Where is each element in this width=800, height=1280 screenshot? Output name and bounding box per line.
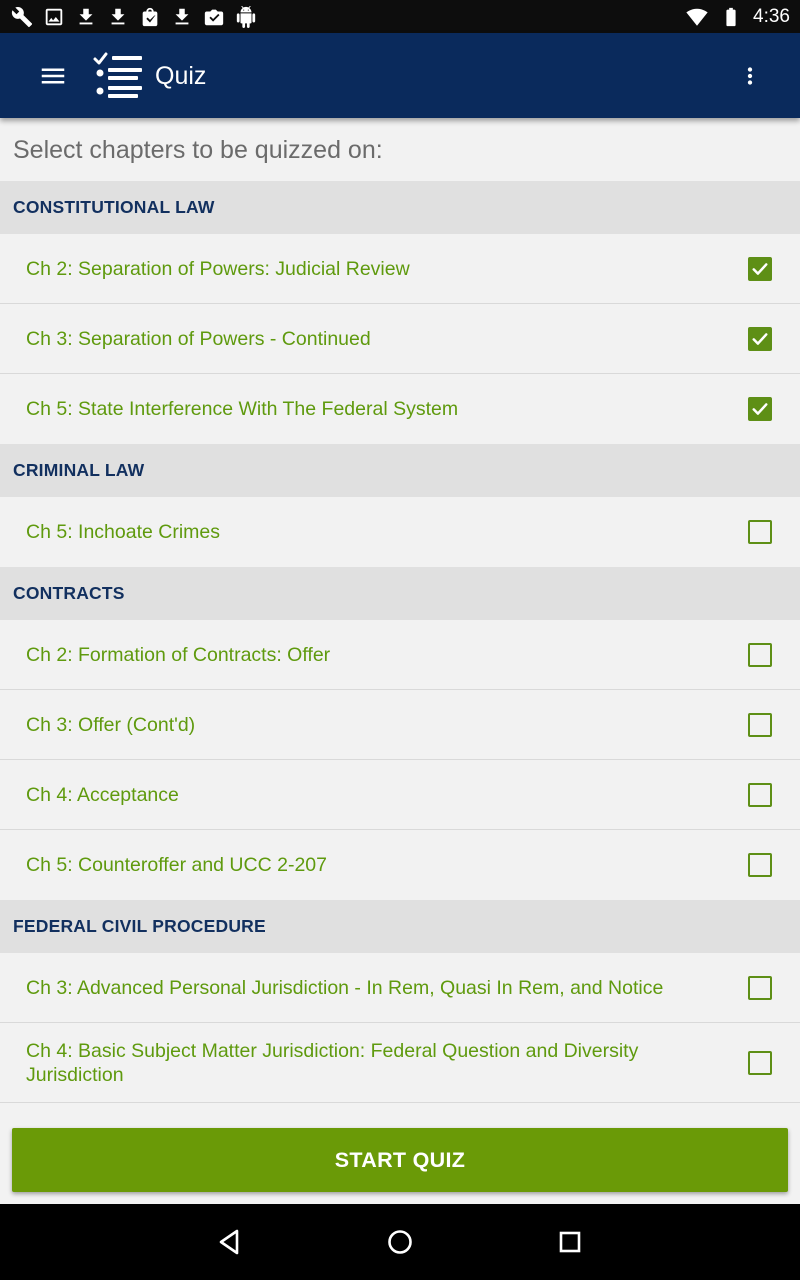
home-icon: [388, 1230, 412, 1254]
section-header-criminal-law: CRIMINAL LAW: [0, 444, 800, 497]
download-icon: [74, 5, 98, 29]
chapter-checkbox[interactable]: [748, 975, 772, 1000]
clock: 4:36: [753, 6, 790, 27]
checkmark-icon: [752, 403, 768, 415]
back-button[interactable]: [200, 1222, 260, 1262]
chapter-label: Ch 5: Counteroffer and UCC 2-207: [26, 854, 327, 876]
chapter-checkbox[interactable]: [748, 853, 772, 877]
android-icon: [234, 5, 258, 29]
wrench-icon: [10, 5, 34, 29]
app-title: Quiz: [155, 62, 207, 90]
more-vert-icon: [747, 67, 753, 85]
chapter-checkbox[interactable]: [748, 782, 772, 807]
chapter-label: Ch 5: State Interference With The Federa…: [26, 398, 459, 420]
chapter-checkbox[interactable]: [748, 256, 772, 281]
app-bar: Quiz: [0, 33, 800, 118]
hamburger-icon: [41, 68, 65, 84]
chapter-label: Ch 3: Offer (Cont'd): [26, 713, 196, 736]
chapter-checkbox[interactable]: [748, 1050, 772, 1075]
checklist-icon: [92, 51, 144, 101]
download-icon: [170, 5, 194, 29]
chapter-label: Ch 3: Advanced Personal Jurisdiction - I…: [26, 976, 664, 999]
back-icon: [219, 1229, 239, 1255]
recents-icon: [559, 1231, 581, 1253]
overflow-menu-button[interactable]: [730, 53, 770, 99]
section-header-contracts: CONTRACTS: [0, 567, 800, 620]
chapter-label: Ch 4: Basic Subject Matter Jurisdiction:…: [26, 1039, 639, 1086]
checkmark-icon: [752, 262, 768, 275]
instructions-text: Select chapters to be quizzed on:: [13, 136, 383, 164]
chapter-label: Ch 5: Inchoate Crimes: [26, 521, 221, 543]
chapter-checkbox[interactable]: [748, 520, 772, 544]
chapter-row[interactable]: Ch 4: Basic Subject Matter Jurisdiction:…: [0, 1023, 800, 1103]
section-header-constitutional-law: CONSTITUTIONAL LAW: [0, 181, 800, 234]
chapter-row[interactable]: Ch 3: Offer (Cont'd): [0, 690, 800, 760]
system-icons: 4:36: [685, 4, 790, 30]
recents-button[interactable]: [540, 1222, 600, 1262]
notification-icons: [10, 4, 258, 30]
checkmark-icon: [752, 332, 768, 345]
chapter-row[interactable]: Ch 3: Advanced Personal Jurisdiction - I…: [0, 953, 800, 1023]
section-header-federal-civil-procedure: FEDERAL CIVIL PROCEDURE: [0, 900, 800, 953]
chapter-row[interactable]: Ch 3: Separation of Powers - Continued: [0, 304, 800, 374]
chapter-label: Ch 4: Acceptance: [26, 783, 179, 806]
shopping-bag-icon: [138, 5, 162, 29]
chapter-label: Ch 2: Formation of Contracts: Offer: [26, 643, 331, 666]
status-bar: 4:36: [0, 0, 800, 33]
photo-check-icon: [202, 5, 226, 29]
chapter-label: Ch 3: Separation of Powers - Continued: [26, 327, 371, 350]
image-icon: [42, 5, 66, 29]
navigation-bar: [0, 1204, 800, 1280]
chapter-row[interactable]: Ch 2: Formation of Contracts: Offer: [0, 620, 800, 690]
chapter-row[interactable]: Ch 4: Acceptance: [0, 760, 800, 830]
chapter-list: Select chapters to be quizzed on: CONSTI…: [0, 118, 800, 1204]
battery-icon: [719, 5, 743, 29]
chapter-checkbox[interactable]: [748, 642, 772, 667]
chapter-row[interactable]: Ch 2: Separation of Powers: Judicial Rev…: [0, 234, 800, 304]
chapter-row[interactable]: Ch 5: Inchoate Crimes: [0, 497, 800, 567]
chapter-row[interactable]: Ch 5: Counteroffer and UCC 2-207: [0, 830, 800, 900]
home-button[interactable]: [370, 1222, 430, 1262]
chapter-label: Ch 2: Separation of Powers: Judicial Rev…: [26, 257, 410, 280]
menu-button[interactable]: [30, 55, 76, 97]
chapter-checkbox[interactable]: [748, 326, 772, 351]
start-quiz-button[interactable]: START QUIZ: [12, 1128, 788, 1192]
chapter-checkbox[interactable]: [748, 397, 772, 421]
chapter-checkbox[interactable]: [748, 712, 772, 737]
download-icon: [106, 5, 130, 29]
chapter-row[interactable]: Ch 5: State Interference With The Federa…: [0, 374, 800, 444]
wifi-icon: [685, 5, 709, 29]
